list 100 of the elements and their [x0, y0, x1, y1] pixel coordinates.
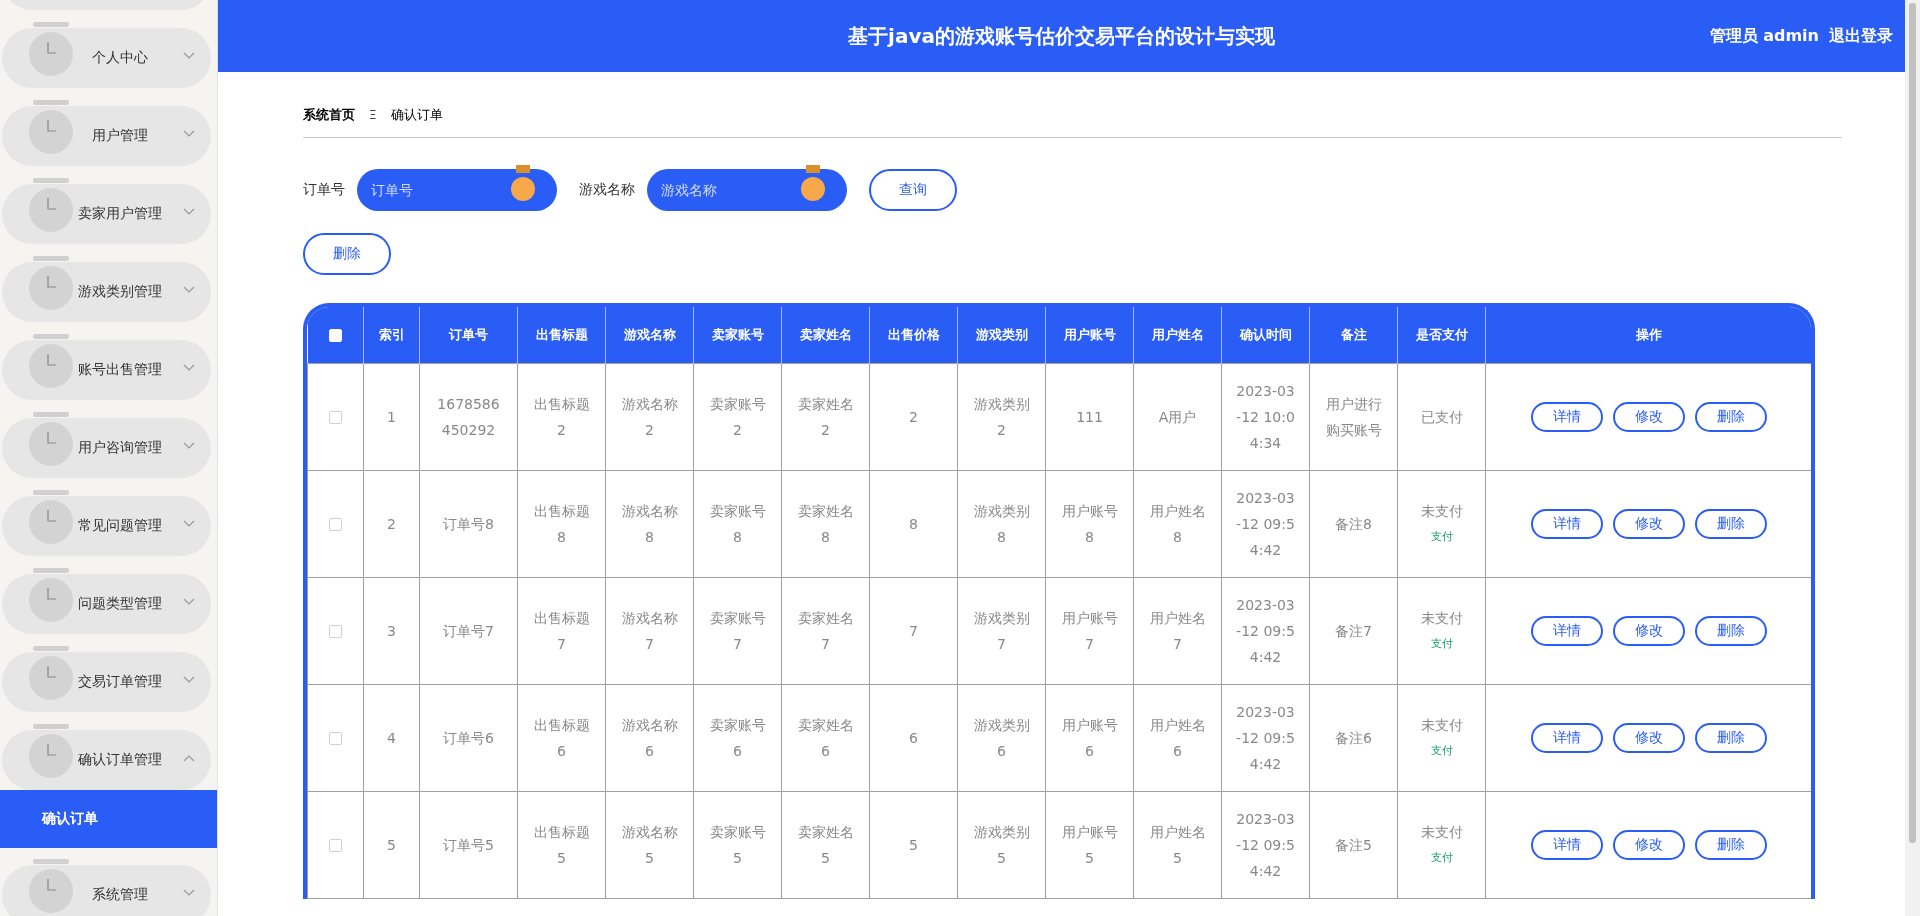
action-button[interactable]: 修改: [1612, 401, 1685, 432]
table-cell: 用户姓名7: [1133, 577, 1222, 684]
column-header: 备注: [1309, 307, 1398, 363]
column-header: 卖家姓名: [781, 307, 870, 363]
action-button[interactable]: 修改: [1612, 615, 1685, 646]
menu-circle-icon: [29, 646, 73, 702]
pay-link[interactable]: 支付: [1412, 737, 1471, 764]
action-button[interactable]: 删除: [1694, 829, 1767, 860]
field-label: 游戏名称: [579, 181, 635, 199]
column-header: 游戏名称: [605, 307, 694, 363]
table-cell: 卖家账号7: [693, 577, 782, 684]
table-cell: 游戏名称5: [605, 791, 694, 898]
row-checkbox[interactable]: [329, 732, 342, 745]
delete-button[interactable]: 删除: [303, 233, 391, 275]
column-header: 是否支付: [1397, 307, 1486, 363]
action-button[interactable]: 详情: [1530, 829, 1603, 860]
table-cell: 订单号5: [419, 791, 518, 898]
table-cell: 4: [363, 684, 420, 791]
table-cell: 游戏名称8: [605, 470, 694, 577]
pay-link[interactable]: 支付: [1412, 523, 1471, 550]
payment-status: 未支付: [1419, 715, 1464, 735]
table-cell: 卖家姓名8: [781, 470, 870, 577]
action-button[interactable]: 详情: [1530, 401, 1603, 432]
action-button[interactable]: 删除: [1694, 508, 1767, 539]
pay-link[interactable]: 支付: [1412, 844, 1471, 871]
search-field[interactable]: 游戏名称: [647, 169, 847, 211]
action-button[interactable]: 删除: [1694, 722, 1767, 753]
table-cell: 8: [869, 470, 958, 577]
table-cell: 备注7: [1309, 577, 1398, 684]
column-header: 索引: [363, 307, 420, 363]
table-cell: 用户账号5: [1045, 791, 1134, 898]
table-cell: 用户姓名8: [1133, 470, 1222, 577]
row-checkbox[interactable]: [329, 839, 342, 852]
menu-circle-icon: [29, 178, 73, 234]
menu-circle-icon: [29, 568, 73, 624]
row-checkbox[interactable]: [329, 625, 342, 638]
table-cell: 2023-03-12 09:54:42: [1221, 470, 1310, 577]
action-button[interactable]: 详情: [1530, 508, 1603, 539]
table-cell: 游戏名称6: [605, 684, 694, 791]
chevron-icon: [183, 364, 195, 372]
table-cell: 卖家账号5: [693, 791, 782, 898]
chevron-icon: [183, 442, 195, 450]
table-cell: 用户账号7: [1045, 577, 1134, 684]
breadcrumb-separator: Ξ: [369, 107, 377, 122]
table-cell: 111: [1045, 363, 1134, 470]
action-button[interactable]: 修改: [1612, 722, 1685, 753]
user-label: 管理员 admin: [1709, 25, 1819, 47]
table-cell: 游戏名称7: [605, 577, 694, 684]
table-cell: 卖家姓名2: [781, 363, 870, 470]
action-button[interactable]: 删除: [1694, 401, 1767, 432]
row-checkbox[interactable]: [329, 411, 342, 424]
submenu-item[interactable]: 确认订单: [0, 790, 217, 848]
column-header: 出售标题: [517, 307, 606, 363]
pay-link[interactable]: 支付: [1412, 630, 1471, 657]
search-button[interactable]: 查询: [869, 169, 957, 211]
table-cell: 用户姓名5: [1133, 791, 1222, 898]
menu-circle-icon: [29, 490, 73, 546]
table-cell: A用户: [1133, 363, 1222, 470]
select-all-checkbox[interactable]: [328, 329, 342, 343]
table-cell: 订单号6: [419, 684, 518, 791]
action-button[interactable]: 详情: [1530, 615, 1603, 646]
table-cell: 5: [869, 791, 958, 898]
payment-status: 未支付: [1419, 608, 1464, 628]
table-cell: 备注8: [1309, 470, 1398, 577]
table-cell: 2: [363, 470, 420, 577]
table-cell: 出售标题5: [517, 791, 606, 898]
logout-link[interactable]: 退出登录: [1829, 25, 1893, 47]
table-cell: 用户姓名6: [1133, 684, 1222, 791]
knob-icon: [509, 165, 537, 203]
row-checkbox[interactable]: [329, 518, 342, 531]
table-cell: 出售标题7: [517, 577, 606, 684]
chevron-icon: [183, 286, 195, 294]
table-cell: 游戏名称2: [605, 363, 694, 470]
action-button[interactable]: 删除: [1694, 615, 1767, 646]
table-cell: 卖家姓名7: [781, 577, 870, 684]
table-cell: 卖家姓名5: [781, 791, 870, 898]
menu-circle-icon: [29, 334, 73, 390]
menu-circle-icon: [29, 22, 73, 78]
breadcrumb-current: 确认订单: [390, 105, 443, 124]
table-cell: 2: [869, 363, 958, 470]
table-cell: 游戏类别2: [957, 363, 1046, 470]
column-header: 卖家账号: [693, 307, 782, 363]
column-header: 确认时间: [1221, 307, 1310, 363]
column-header: 操作: [1485, 307, 1811, 363]
table-cell: 游戏类别7: [957, 577, 1046, 684]
action-button[interactable]: 修改: [1612, 829, 1685, 860]
table-cell: 用户账号6: [1045, 684, 1134, 791]
menu-circle-icon: [29, 256, 73, 312]
column-header: 订单号: [419, 307, 518, 363]
table-cell: 1678586450292: [419, 363, 518, 470]
breadcrumb-home[interactable]: 系统首页: [303, 105, 355, 124]
page-title: 基于java的游戏账号估价交易平台的设计与实现: [848, 22, 1275, 50]
table-cell: 6: [869, 684, 958, 791]
action-button[interactable]: 详情: [1530, 722, 1603, 753]
action-button[interactable]: 修改: [1612, 508, 1685, 539]
search-field[interactable]: 订单号: [357, 169, 557, 211]
chevron-icon: [183, 130, 195, 138]
menu-circle-icon: [29, 100, 73, 156]
table-cell: 用户进行购买账号: [1309, 363, 1398, 470]
field-label: 订单号: [303, 181, 345, 199]
